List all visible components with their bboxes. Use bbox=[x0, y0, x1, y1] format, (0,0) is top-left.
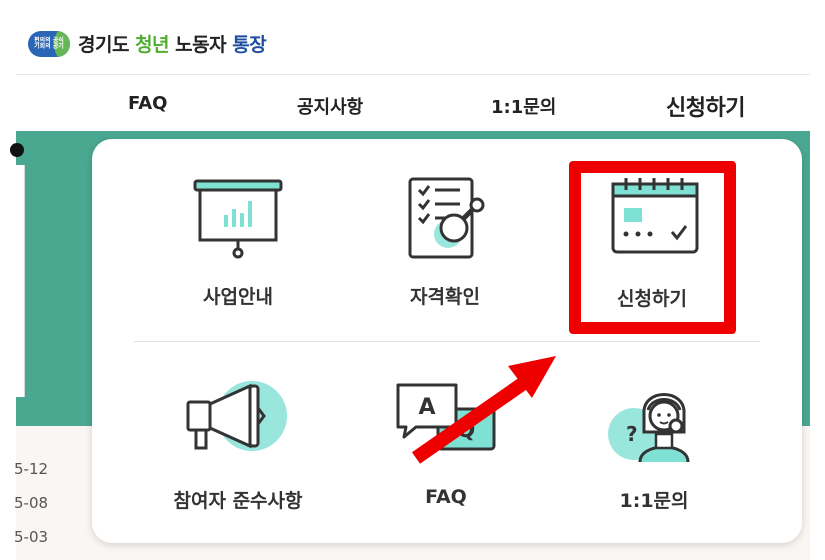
logo-badge-line2: 기회의 공기 bbox=[34, 42, 64, 50]
red-arrow-annotation bbox=[411, 356, 556, 464]
page: 편의의 공식 기회의 공기 경기도 청년 노동자 통장 FAQ 공지사항 1:1… bbox=[0, 0, 825, 560]
